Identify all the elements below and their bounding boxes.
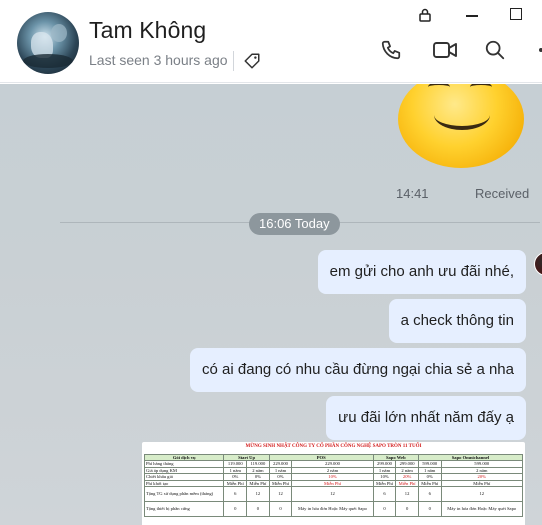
table-cell: Miễn Phí [246, 479, 270, 488]
phone-icon[interactable] [380, 39, 402, 61]
table-cell: Miễn Phí [223, 479, 248, 488]
maximize-icon[interactable] [510, 8, 522, 20]
minimize-icon[interactable] [466, 15, 478, 17]
smiley-sticker[interactable] [398, 84, 524, 168]
avatar-shape [51, 24, 67, 42]
table-cell: Miễn Phí [417, 479, 442, 488]
sticker-eye [428, 84, 450, 92]
message-status: Received [475, 186, 530, 201]
avatar-shape [23, 54, 73, 68]
chat-header: Tam Không Last seen 3 hours ago [0, 0, 542, 83]
table-row: Tặng thiết bị phần cứng 0 0 0 Máy in hóa đơn… [143, 501, 524, 518]
contact-name[interactable]: Tam Không [89, 17, 206, 44]
sticker-eye [470, 84, 492, 92]
last-seen-status: Last seen 3 hours ago [89, 52, 228, 68]
table-cell: Máy in hóa đơn Hoặc Máy quét Sapo [440, 501, 524, 518]
date-divider: 16:06 Today [249, 213, 340, 235]
table-cell: 6 [223, 486, 248, 503]
table-cell: Máy in hóa đơn Hoặc Máy quét Sapo [291, 501, 374, 518]
more-options-icon[interactable] [532, 39, 542, 61]
message-time: 14:41 [396, 186, 429, 201]
table-cell: 12 [440, 486, 524, 503]
table-cell: 6 [372, 486, 397, 503]
table-cell: 0 [268, 501, 293, 518]
sender-avatar[interactable] [534, 252, 542, 276]
contact-avatar[interactable] [17, 12, 79, 74]
sticker-face [398, 84, 524, 168]
image-attachment[interactable]: MỪNG SINH NHẬT CÔNG TY CỔ PHẦN CÔNG NGHỆ… [142, 442, 525, 525]
table-cell: 0 [395, 501, 419, 518]
message-bubble[interactable]: a check thông tin [388, 299, 526, 343]
table-cell: 12 [268, 486, 293, 503]
lock-icon[interactable] [418, 8, 432, 22]
table-cell: 12 [395, 486, 419, 503]
table-cell: Tặng thiết bị phần cứng [143, 501, 225, 518]
sticker-mouth [434, 100, 490, 130]
table-cell: 0 [417, 501, 442, 518]
attachment-title: MỪNG SINH NHẬT CÔNG TY CỔ PHẦN CÔNG NGHỆ… [245, 444, 422, 449]
table-cell: 12 [291, 486, 374, 503]
table-cell: 0 [246, 501, 270, 518]
price-table: Gói dịch vụ Start Up POS Sapo Web Sapo O… [143, 453, 524, 518]
table-cell: 0 [223, 501, 248, 518]
message-bubble[interactable]: em gửi cho anh ưu đãi nhé, [317, 250, 526, 294]
message-bubble[interactable]: có ai đang có nhu cầu đừng ngại chia sẻ … [190, 348, 526, 392]
table-cell: Tặng TG sử dụng phần mềm (tháng) [143, 486, 225, 503]
table-cell: 0 [372, 501, 397, 518]
video-camera-icon[interactable] [432, 39, 458, 61]
tag-icon[interactable] [243, 52, 261, 70]
table-cell: Miễn Phí [395, 479, 419, 488]
table-cell: Miễn Phí [268, 479, 293, 488]
table-row: Tặng TG sử dụng phần mềm (tháng) 6 12 12 12 6… [143, 486, 524, 503]
table-cell: 6 [417, 486, 442, 503]
search-icon[interactable] [484, 39, 506, 61]
message-bubble[interactable]: ưu đãi lớn nhất năm đấy ạ [326, 396, 526, 440]
table-cell: 12 [246, 486, 270, 503]
divider [233, 51, 234, 71]
conversation-area[interactable]: 14:41 Received 16:06 Today em gửi cho an… [0, 84, 542, 525]
table-cell: Miễn Phí [372, 479, 397, 488]
